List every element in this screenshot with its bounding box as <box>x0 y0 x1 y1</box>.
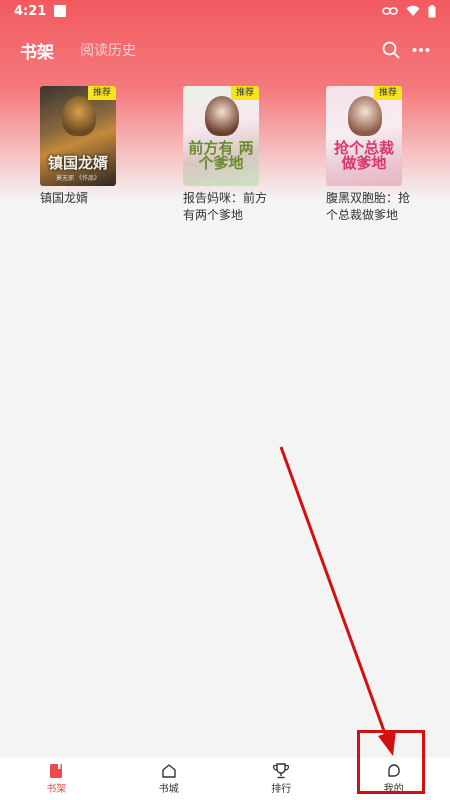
nav-label: 书城 <box>158 784 179 795</box>
notification-icon <box>54 5 67 17</box>
status-bar: 4:21 <box>0 0 450 22</box>
book-cover[interactable]: 前方有 两个爹地 推荐 <box>183 86 259 186</box>
annotation-highlight-box <box>357 730 425 794</box>
book-cover[interactable]: 抢个总裁 做爹地 推荐 <box>326 86 402 186</box>
tab-reading-history[interactable]: 阅读历史 <box>80 40 136 60</box>
link-icon <box>382 7 398 15</box>
cover-author: 莫无邪 《作品》 <box>56 175 100 182</box>
recommend-badge: 推荐 <box>374 86 402 100</box>
book-title[interactable]: 镇国龙婿 <box>40 190 126 207</box>
cover-title: 镇国龙婿 <box>47 154 108 173</box>
bookshelf-icon <box>50 764 63 778</box>
cover-title: 抢个总裁 做爹地 <box>333 138 394 173</box>
recommend-badge: 推荐 <box>231 86 259 100</box>
cover-illustration <box>62 96 96 136</box>
book-title[interactable]: 报告妈咪：前方有两个爹地 <box>183 190 269 224</box>
trophy-icon <box>273 763 290 779</box>
tab-bookshelf[interactable]: 书架 <box>20 38 54 63</box>
cover-illustration <box>348 96 382 136</box>
cover-illustration <box>205 96 239 136</box>
cover-title: 前方有 两个爹地 <box>188 138 254 173</box>
recommend-badge: 推荐 <box>88 86 116 100</box>
book-item[interactable]: 抢个总裁 做爹地 推荐 腹黑双胞胎：抢个总裁做爹地 <box>326 86 412 224</box>
app-header: 书架 阅读历史 <box>0 32 450 68</box>
battery-icon <box>428 4 436 17</box>
wifi-icon <box>406 5 420 16</box>
book-item[interactable]: 前方有 两个爹地 推荐 报告妈咪：前方有两个爹地 <box>183 86 269 224</box>
home-icon <box>162 764 176 778</box>
more-icon[interactable] <box>412 47 430 53</box>
book-title[interactable]: 腹黑双胞胎：抢个总裁做爹地 <box>326 190 412 224</box>
nav-bookshelf[interactable]: 书架 <box>0 758 113 800</box>
nav-label: 书架 <box>46 784 67 795</box>
search-icon[interactable] <box>382 41 400 59</box>
book-cover[interactable]: 镇国龙婿 莫无邪 《作品》 推荐 <box>40 86 116 186</box>
status-time: 4:21 <box>14 3 47 19</box>
nav-bookstore[interactable]: 书城 <box>113 758 226 800</box>
bookshelf-grid: 镇国龙婿 莫无邪 《作品》 推荐 镇国龙婿 前方有 两个爹地 推荐 报告妈咪：前… <box>0 86 450 224</box>
nav-ranking[interactable]: 排行 <box>225 758 338 800</box>
book-item[interactable]: 镇国龙婿 莫无邪 《作品》 推荐 镇国龙婿 <box>40 86 126 224</box>
nav-label: 排行 <box>271 784 292 795</box>
